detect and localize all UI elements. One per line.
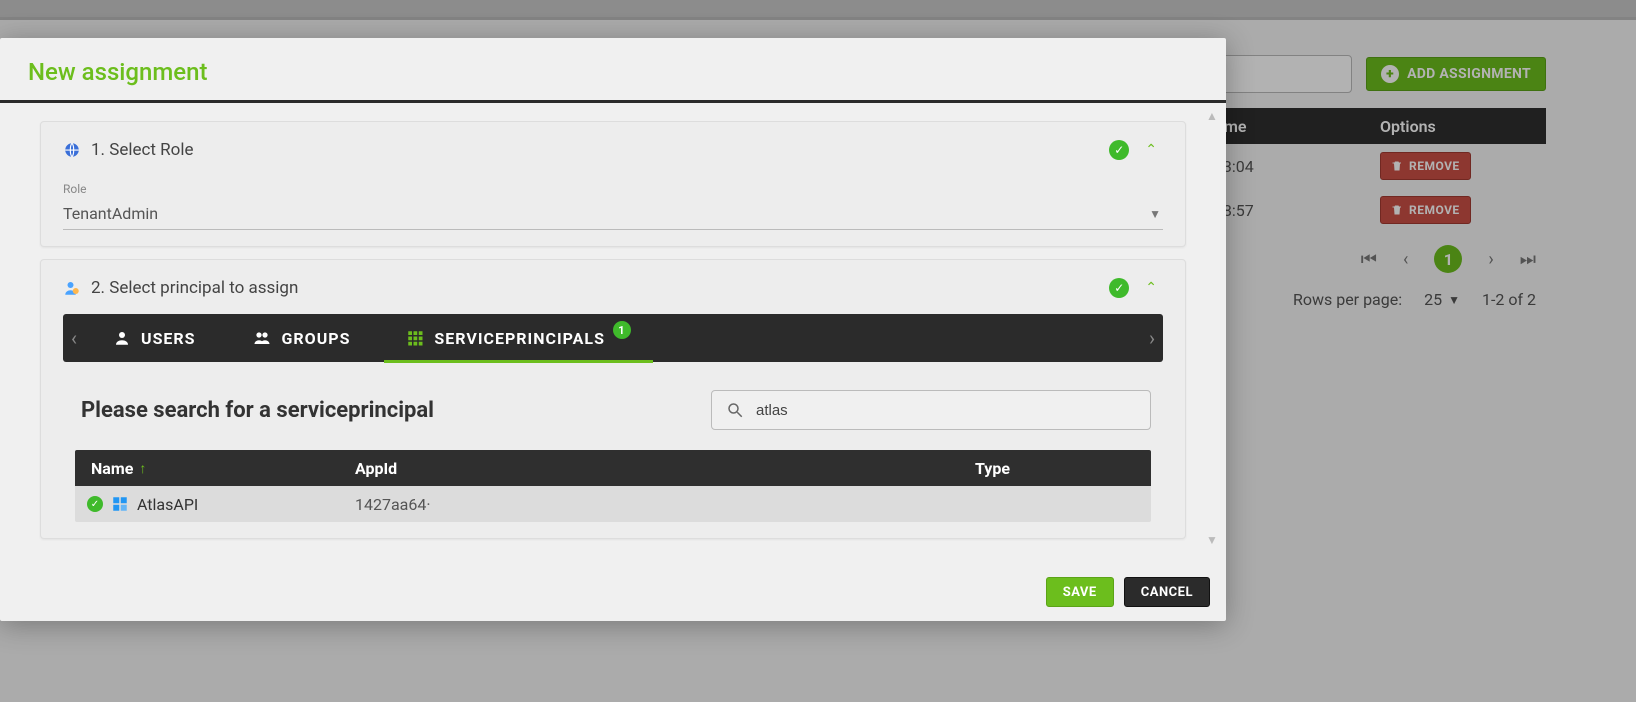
scroll-up-icon[interactable]: ▲ — [1202, 109, 1222, 123]
principal-tabs: ‹ USERS GROUPS SERVI — [63, 314, 1163, 362]
collapse-step1-icon[interactable]: ⌃ — [1139, 138, 1163, 162]
check-circle-icon: ✓ — [1109, 140, 1129, 160]
step-select-principal: 2. Select principal to assign ✓ ⌃ ‹ USER… — [40, 259, 1186, 539]
check-circle-icon: ✓ — [1109, 278, 1129, 298]
user-icon — [63, 279, 81, 297]
cell-appid: 1427aa64· — [355, 495, 975, 514]
save-button[interactable]: SAVE — [1046, 577, 1114, 607]
results-header: Name ↑ AppId Type — [75, 450, 1151, 486]
cell-name: AtlasAPI — [137, 495, 198, 514]
col-header-type[interactable]: Type — [975, 459, 1151, 478]
collapse-step2-icon[interactable]: ⌃ — [1139, 276, 1163, 300]
new-assignment-dialog: New assignment ▲ 1. Select Role ✓ ⌃ Role… — [0, 38, 1226, 621]
tab-sp-badge: 1 — [613, 321, 631, 339]
person-icon — [113, 329, 131, 347]
cancel-button[interactable]: CANCEL — [1124, 577, 1210, 607]
step1-title: 1. Select Role — [91, 140, 194, 160]
tabs-scroll-right-icon[interactable]: › — [1141, 326, 1163, 350]
caret-down-icon: ▼ — [1149, 207, 1161, 221]
role-select[interactable]: TenantAdmin ▼ — [63, 196, 1163, 230]
serviceprincipal-search-box[interactable] — [711, 390, 1151, 430]
people-icon — [252, 329, 272, 347]
col-header-appid[interactable]: AppId — [355, 459, 975, 478]
globe-icon — [63, 141, 81, 159]
tab-sp-label: SERVICEPRINCIPALS — [434, 329, 605, 348]
step2-title: 2. Select principal to assign — [91, 278, 298, 298]
tab-users[interactable]: USERS — [85, 314, 224, 362]
selected-check-icon: ✓ — [87, 496, 103, 512]
tab-groups[interactable]: GROUPS — [224, 314, 379, 362]
results-row[interactable]: ✓ AtlasAPI 1427aa64· — [75, 486, 1151, 522]
tabs-scroll-left-icon[interactable]: ‹ — [63, 326, 85, 350]
apps-grid-icon — [406, 329, 424, 347]
scroll-down-icon[interactable]: ▼ — [1202, 533, 1222, 547]
results-table: Name ↑ AppId Type ✓ AtlasAPI 1427aa64· — [75, 450, 1151, 522]
sort-asc-icon: ↑ — [139, 460, 146, 477]
search-icon — [726, 401, 744, 419]
tab-groups-label: GROUPS — [282, 329, 351, 348]
dialog-footer: SAVE CANCEL — [0, 551, 1226, 621]
app-tile-icon — [111, 495, 129, 513]
col-header-name[interactable]: Name ↑ — [75, 459, 355, 478]
step-select-role: 1. Select Role ✓ ⌃ Role TenantAdmin ▼ — [40, 121, 1186, 247]
tab-users-label: USERS — [141, 329, 196, 348]
search-prompt: Please search for a serviceprincipal — [81, 398, 434, 423]
serviceprincipal-search-input[interactable] — [754, 401, 1136, 420]
role-value: TenantAdmin — [63, 204, 158, 223]
role-field-label: Role — [63, 182, 1163, 196]
dialog-title: New assignment — [0, 38, 1226, 100]
tab-serviceprincipals[interactable]: SERVICEPRINCIPALS 1 — [378, 314, 659, 362]
